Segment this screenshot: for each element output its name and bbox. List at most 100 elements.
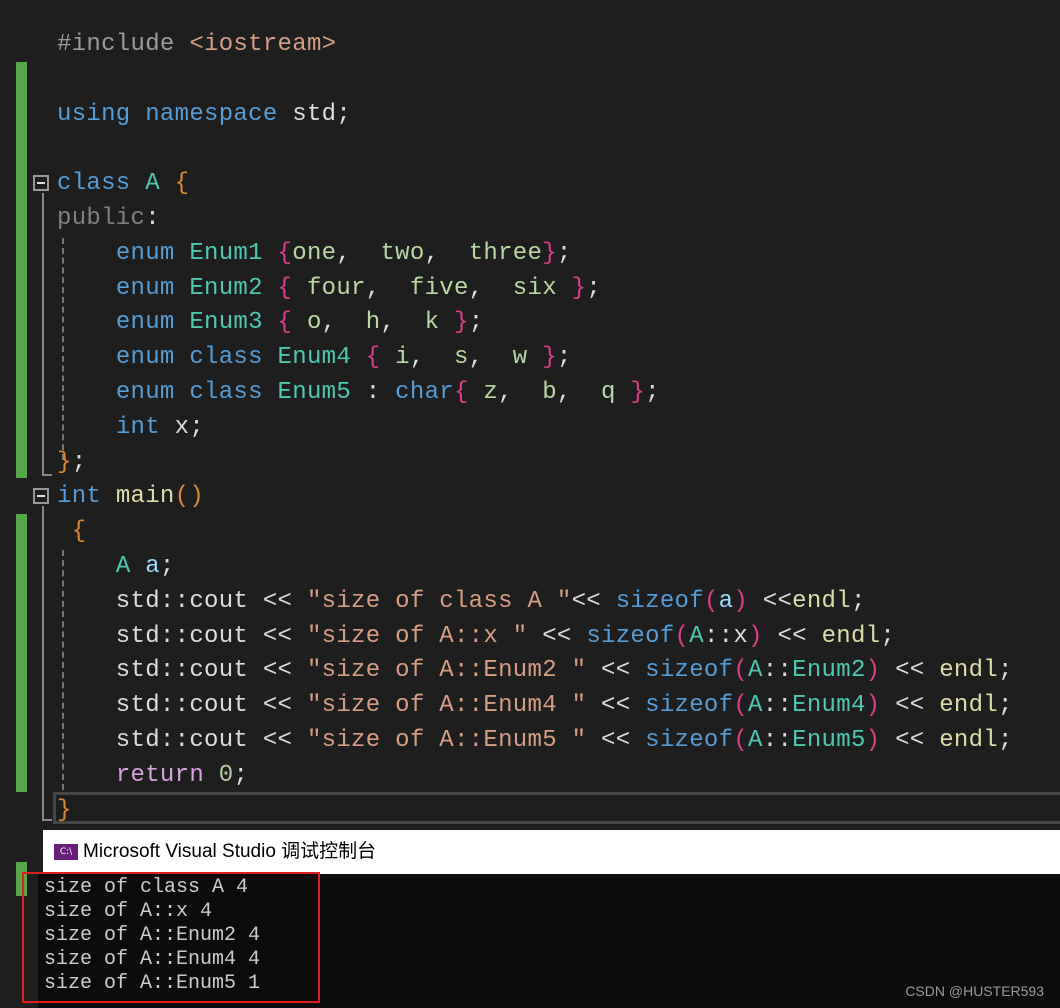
code-line-enum5[interactable]: enum class Enum5 : char{ z, b, q }; bbox=[57, 375, 660, 410]
current-line-highlight bbox=[53, 792, 1060, 824]
code-token: { bbox=[277, 239, 293, 267]
code-line-int-x[interactable]: int x; bbox=[57, 410, 204, 445]
code-token: A bbox=[748, 692, 763, 720]
code-token: { bbox=[453, 379, 469, 406]
code-token: "size of A::Enum5 " bbox=[306, 727, 587, 754]
code-token: z bbox=[483, 379, 499, 406]
code-token: "size of A::Enum2 " bbox=[306, 657, 587, 685]
code-line-a-decl[interactable]: A a; bbox=[57, 549, 175, 584]
code-token: class bbox=[189, 344, 263, 372]
code-line-enum1[interactable]: enum Enum1 {one, two, three}; bbox=[57, 236, 572, 271]
code-token: endl bbox=[792, 587, 851, 615]
code-line-return[interactable]: return 0; bbox=[57, 758, 248, 793]
code-token: enum bbox=[115, 239, 175, 267]
code-token: four bbox=[306, 274, 366, 302]
code-line-main-open[interactable]: { bbox=[57, 514, 86, 549]
code-token: ( bbox=[703, 587, 719, 615]
code-token: using bbox=[57, 100, 131, 128]
code-token: ) bbox=[865, 727, 881, 754]
code-token: ; bbox=[998, 727, 1013, 754]
code-token: << bbox=[586, 657, 646, 685]
code-token: return bbox=[115, 761, 205, 789]
output-highlight-box bbox=[22, 872, 320, 1003]
code-token: ; bbox=[159, 553, 175, 580]
code-token: s bbox=[453, 344, 469, 372]
code-token: } bbox=[571, 274, 587, 302]
code-token: :: bbox=[762, 657, 793, 685]
code-token: o bbox=[306, 309, 322, 337]
console-titlebar[interactable]: C:\ Microsoft Visual Studio 调试控制台 bbox=[43, 830, 1060, 874]
code-line-cout5[interactable]: std::cout << "size of A::Enum5 " << size… bbox=[57, 723, 1013, 758]
code-token: << bbox=[880, 727, 940, 754]
code-token: } bbox=[542, 239, 557, 267]
code-token: A bbox=[748, 727, 763, 754]
code-token: ( bbox=[733, 727, 749, 754]
code-token: "size of class A " bbox=[306, 587, 572, 615]
code-token: } bbox=[57, 448, 72, 476]
code-line-cout4[interactable]: std::cout << "size of A::Enum4 " << size… bbox=[57, 688, 1013, 723]
code-token: << bbox=[586, 727, 646, 754]
code-token: << bbox=[748, 587, 793, 615]
code-token: { bbox=[277, 274, 293, 302]
code-token: << bbox=[527, 622, 587, 650]
code-token: : bbox=[351, 379, 396, 406]
code-token: :: bbox=[762, 692, 793, 720]
code-token: std; bbox=[277, 100, 352, 128]
code-token: , bbox=[498, 379, 543, 406]
change-marker bbox=[16, 514, 27, 792]
code-token: ( bbox=[733, 657, 749, 685]
code-token: int bbox=[115, 413, 160, 441]
code-token: Enum2 bbox=[792, 657, 866, 685]
code-line-cout3[interactable]: std::cout << "size of A::Enum2 " << size… bbox=[57, 653, 1013, 688]
code-token: { bbox=[277, 309, 293, 337]
code-token: ; bbox=[556, 344, 572, 372]
code-line-cout2[interactable]: std::cout << "size of A::x " << sizeof(A… bbox=[57, 619, 895, 654]
code-token: w bbox=[512, 344, 528, 372]
code-line-include[interactable]: #include <iostream> bbox=[57, 27, 336, 62]
code-editor[interactable]: #include <iostream> using namespace std; c… bbox=[0, 0, 1060, 830]
code-token: endl bbox=[939, 657, 998, 685]
collapse-class-icon[interactable] bbox=[33, 175, 49, 191]
code-line-main-close[interactable]: } bbox=[57, 793, 72, 828]
code-line-main-decl[interactable]: int main() bbox=[57, 479, 204, 514]
code-token: 0 bbox=[218, 761, 234, 789]
code-line-enum2[interactable]: enum Enum2 { four, five, six }; bbox=[57, 271, 601, 306]
code-line-using[interactable]: using namespace std; bbox=[57, 97, 351, 132]
code-token: ; bbox=[71, 448, 87, 476]
code-line-enum4[interactable]: enum class Enum4 { i, s, w }; bbox=[57, 340, 572, 375]
code-token: enum bbox=[115, 274, 175, 302]
code-token: ( bbox=[674, 622, 690, 650]
code-token: endl bbox=[939, 727, 998, 754]
code-token: x; bbox=[159, 413, 205, 441]
code-line-cout1[interactable]: std::cout << "size of class A "<< sizeof… bbox=[57, 584, 866, 619]
code-token: ; bbox=[998, 692, 1013, 720]
collapse-main-icon[interactable] bbox=[33, 488, 49, 504]
code-line-public[interactable]: public: bbox=[57, 201, 160, 236]
code-token: ; bbox=[880, 622, 896, 650]
code-token: sizeof bbox=[586, 622, 675, 650]
code-line-class-decl[interactable]: class A { bbox=[57, 166, 189, 201]
code-token: enum bbox=[115, 309, 175, 337]
code-token: std::cout << bbox=[57, 622, 307, 650]
code-line-enum3[interactable]: enum Enum3 { o, h, k }; bbox=[57, 305, 483, 340]
code-token: ; bbox=[556, 239, 572, 267]
code-token: sizeof bbox=[645, 657, 734, 685]
code-token: main bbox=[115, 483, 175, 511]
code-token: "size of A::x " bbox=[306, 622, 528, 650]
code-token: , bbox=[321, 309, 366, 337]
code-line-class-close[interactable]: }; bbox=[57, 445, 86, 480]
code-token: A bbox=[689, 622, 704, 650]
